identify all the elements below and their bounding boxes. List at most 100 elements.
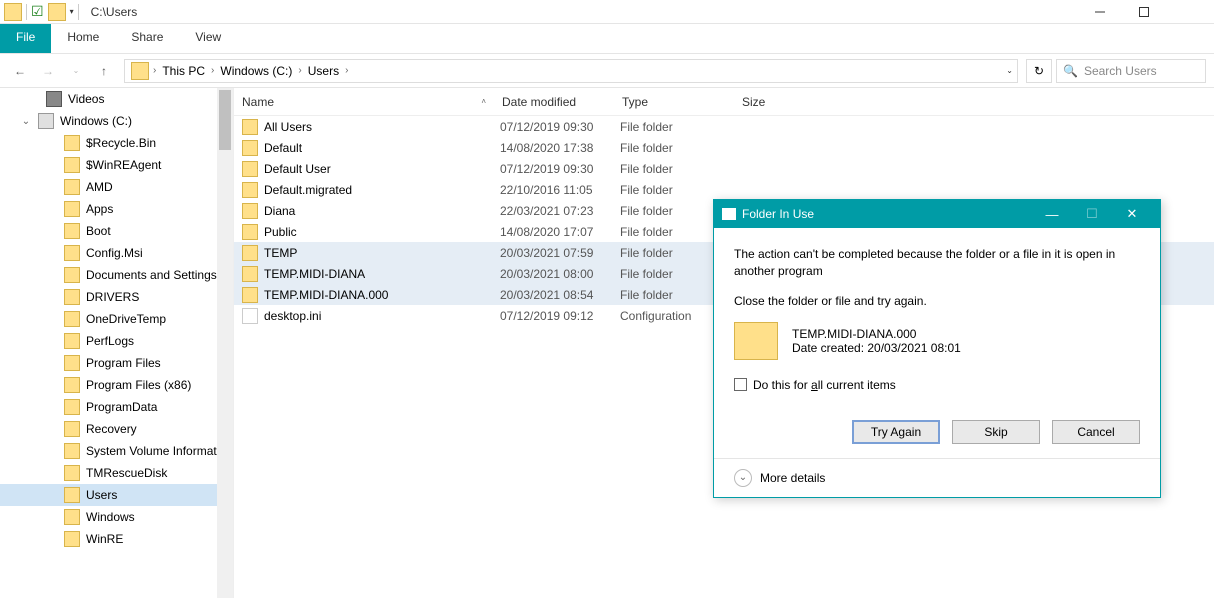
tree-item[interactable]: $WinREAgent [0,154,233,176]
skip-button[interactable]: Skip [952,420,1040,444]
tree-item-label: Boot [86,224,111,238]
folder-icon [242,119,258,135]
dialog-footer[interactable]: ⌄ More details [714,458,1160,497]
folder-icon [64,135,80,151]
forward-button[interactable]: → [36,59,60,83]
tree-item-drive[interactable]: ⌄ Windows (C:) [0,110,233,132]
scroll-thumb[interactable] [219,90,231,150]
dialog-titlebar[interactable]: Folder In Use — ☐ ✕ [714,200,1160,228]
checkbox[interactable] [734,378,747,391]
window-controls [1078,0,1210,24]
file-name: Default.migrated [264,183,500,197]
tab-view[interactable]: View [179,24,237,53]
tree-item[interactable]: OneDriveTemp [0,308,233,330]
dialog-maximize-button[interactable]: ☐ [1072,206,1112,222]
file-name: Diana [264,204,500,218]
refresh-button[interactable]: ↻ [1026,59,1052,83]
dialog-icon [722,208,736,220]
tree-item[interactable]: $Recycle.Bin [0,132,233,154]
tree-item[interactable]: AMD [0,176,233,198]
file-date: 20/03/2021 08:00 [500,267,620,281]
dialog-minimize-button[interactable]: — [1032,207,1072,222]
dialog-buttons: Try Again Skip Cancel [714,420,1160,458]
crumb-this-pc[interactable]: This PC [158,64,209,78]
titlebar: ☑ ▾ C:\Users [0,0,1214,24]
tree-item[interactable]: PerfLogs [0,330,233,352]
folder-icon [64,245,80,261]
drive-icon [38,113,54,129]
folder-icon [64,509,80,525]
tree-item[interactable]: WinRE [0,528,233,550]
header-date[interactable]: Date modified [494,95,614,109]
chevron-right-icon[interactable]: › [296,65,303,76]
file-row[interactable]: Default14/08/2020 17:38File folder [234,137,1214,158]
folder-icon [242,203,258,219]
dialog-close-button[interactable]: ✕ [1112,206,1152,222]
chevron-right-icon[interactable]: › [151,65,158,76]
new-folder-icon[interactable] [48,3,66,21]
folder-icon [64,267,80,283]
tree-item-label: DRIVERS [86,290,139,304]
address-dropdown-icon[interactable]: ⌄ [1006,66,1013,75]
tree-item[interactable]: Boot [0,220,233,242]
dialog-instruction: Close the folder or file and try again. [734,294,1140,308]
tree-item[interactable]: Users [0,484,233,506]
tab-share[interactable]: Share [115,24,179,53]
tree-scrollbar[interactable] [217,88,233,598]
folder-icon [131,62,149,80]
back-button[interactable]: ← [8,59,32,83]
header-size[interactable]: Size [734,95,814,109]
crumb-drive[interactable]: Windows (C:) [216,64,296,78]
tree-item-label: Users [86,488,117,502]
file-row[interactable]: Default.migrated22/10/2016 11:05File fol… [234,179,1214,200]
chevron-right-icon[interactable]: › [343,65,350,76]
folder-icon [64,531,80,547]
tree-item[interactable]: Program Files (x86) [0,374,233,396]
chevron-right-icon[interactable]: › [209,65,216,76]
dialog-file-info: TEMP.MIDI-DIANA.000 Date created: 20/03/… [734,322,1140,360]
file-date: 14/08/2020 17:38 [500,141,620,155]
tab-file[interactable]: File [0,24,51,53]
tree-item[interactable]: TMRescueDisk [0,462,233,484]
address-bar[interactable]: › This PC › Windows (C:) › Users › ⌄ [124,59,1018,83]
tree-item-label: WinRE [86,532,123,546]
collapse-icon[interactable]: ⌄ [20,116,32,127]
file-date: 07/12/2019 09:12 [500,309,620,323]
tree-item[interactable]: Apps [0,198,233,220]
recent-dropdown-icon[interactable]: ⌄ [64,59,88,83]
up-button[interactable]: ↑ [92,59,116,83]
header-type[interactable]: Type [614,95,734,109]
qat-dropdown-icon[interactable]: ▾ [70,7,74,16]
expand-icon[interactable]: ⌄ [734,469,752,487]
tree-item-videos[interactable]: Videos [0,88,233,110]
tree-item[interactable]: Config.Msi [0,242,233,264]
dialog-checkbox-row[interactable]: Do this for all current items [734,378,1140,392]
file-row[interactable]: Default User07/12/2019 09:30File folder [234,158,1214,179]
tree-item[interactable]: Documents and Settings [0,264,233,286]
header-name[interactable]: Name ˄ [234,95,494,109]
tree-item[interactable]: Recovery [0,418,233,440]
tree-item[interactable]: Program Files [0,352,233,374]
file-row[interactable]: All Users07/12/2019 09:30File folder [234,116,1214,137]
tree-item[interactable]: System Volume Information [0,440,233,462]
minimize-button[interactable] [1078,0,1122,24]
file-date: 07/12/2019 09:30 [500,120,620,134]
maximize-button[interactable] [1122,0,1166,24]
tree-item[interactable]: Windows [0,506,233,528]
tab-home[interactable]: Home [51,24,115,53]
tree-item[interactable]: DRIVERS [0,286,233,308]
search-input[interactable]: 🔍 Search Users [1056,59,1206,83]
window-title: C:\Users [91,5,138,19]
crumb-folder[interactable]: Users [304,64,343,78]
try-again-button[interactable]: Try Again [852,420,940,444]
tree-item-label: Config.Msi [86,246,143,260]
tree-item[interactable]: ProgramData [0,396,233,418]
column-headers[interactable]: Name ˄ Date modified Type Size [234,88,1214,116]
cancel-button[interactable]: Cancel [1052,420,1140,444]
folder-in-use-dialog: Folder In Use — ☐ ✕ The action can't be … [713,199,1161,498]
properties-icon[interactable]: ☑ [31,3,44,20]
folder-icon [64,311,80,327]
nav-tree[interactable]: Videos ⌄ Windows (C:) $Recycle.Bin$WinRE… [0,88,234,598]
file-date: 22/10/2016 11:05 [500,183,620,197]
folder-icon [242,266,258,282]
